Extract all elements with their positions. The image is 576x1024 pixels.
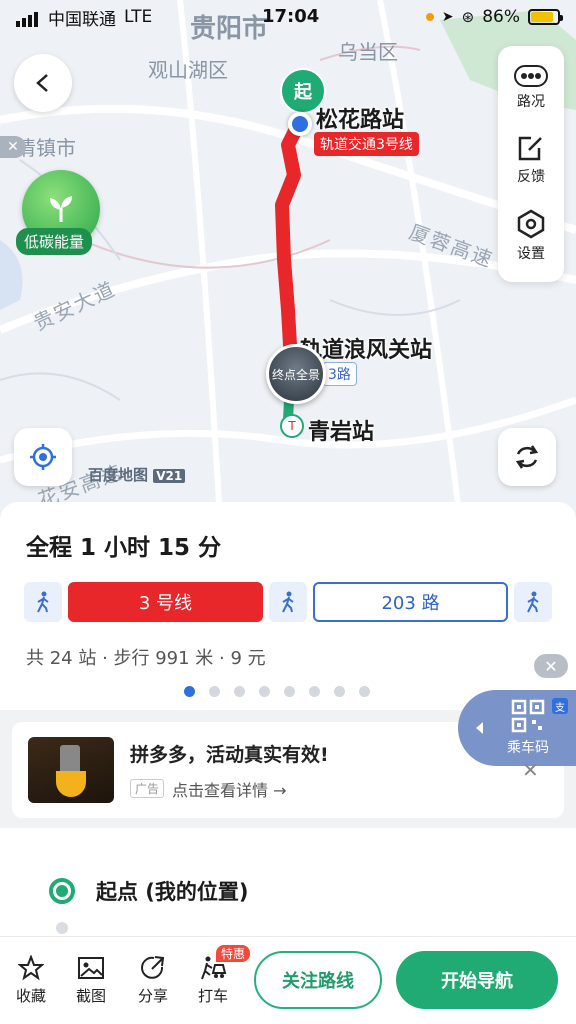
route-duration: 全程 1 小时 15 分 <box>26 535 222 561</box>
sprout-icon <box>50 196 72 222</box>
qr-code-icon <box>511 699 545 733</box>
refresh-route-button[interactable] <box>498 428 556 486</box>
hexagon-settings-icon <box>517 209 545 239</box>
end-panorama-button[interactable]: 终点全景 <box>266 344 326 404</box>
pager-dot[interactable] <box>359 686 370 697</box>
battery-percent: 86% <box>482 7 520 27</box>
ad-close-icon[interactable]: ✕ <box>522 758 539 782</box>
settings-button[interactable]: 设置 <box>516 209 546 263</box>
map-view[interactable]: 贵阳市 乌当区 观山湖区 清镇市 贵安大道 厦蓉高速 花安高速 起 松花路站 轨… <box>0 0 576 520</box>
start-point-label: 起点 (我的位置) <box>96 880 249 904</box>
end-station-label[interactable]: 青岩站 <box>308 414 374 446</box>
pager-dot[interactable] <box>309 686 320 697</box>
bus-segment: 203 路 <box>312 582 509 622</box>
taxi-label: 打车 <box>197 987 228 1005</box>
district-label-guanshanhu: 观山湖区 <box>148 58 228 82</box>
ride-code-label: 乘车码 <box>507 740 549 756</box>
metro-line-tag: 轨道交通3号线 <box>314 132 419 156</box>
traffic-label: 路况 <box>517 94 545 111</box>
pager-dot[interactable] <box>209 686 220 697</box>
walking-person-icon <box>37 591 49 613</box>
map-side-panel: 路况 反馈 设置 <box>498 46 564 282</box>
start-point-row[interactable]: 起点 (我的位置) <box>48 876 249 906</box>
favorite-label: 收藏 <box>15 987 46 1005</box>
traffic-icon <box>514 65 548 88</box>
crosshair-icon <box>30 444 56 470</box>
ad-link[interactable]: 点击查看详情 → <box>172 777 287 801</box>
chevron-left-icon <box>36 74 48 92</box>
walking-person-icon <box>527 591 539 613</box>
ride-code-widget[interactable]: 乘车码 支 <box>458 690 576 766</box>
locate-button[interactable] <box>14 428 72 486</box>
pager-dot-active[interactable] <box>184 686 195 697</box>
start-point-icon <box>49 878 75 904</box>
pager-dot[interactable] <box>234 686 245 697</box>
battery-icon <box>528 9 563 25</box>
close-qr-chip[interactable]: ✕ <box>534 654 568 678</box>
walk-segment-1 <box>24 582 62 622</box>
end-station-icon: T <box>280 414 304 438</box>
share-button[interactable]: 分享 <box>128 955 178 1006</box>
share-icon <box>141 956 165 979</box>
start-station-label[interactable]: 松花路站 <box>316 102 404 134</box>
ad-title: 拼多多，活动真实有效! <box>130 743 329 766</box>
bus-line-tag: 3路 <box>322 362 357 386</box>
bottom-toolbar: 收藏 截图 分享 打车 特惠 关注路线 开始导航 <box>0 936 576 1024</box>
star-icon <box>18 955 44 981</box>
walk-segment-3 <box>514 582 552 622</box>
edit-icon <box>518 136 542 161</box>
favorite-button[interactable]: 收藏 <box>6 955 56 1006</box>
pager-dot[interactable] <box>259 686 270 697</box>
route-step-dot <box>56 922 68 934</box>
ad-badge: 广告 <box>130 779 165 798</box>
follow-route-button[interactable]: 关注路线 <box>254 951 382 1009</box>
image-icon <box>78 957 104 979</box>
taxi-promo-badge: 特惠 <box>216 945 251 962</box>
collapse-arrow-icon[interactable] <box>476 722 483 734</box>
clock: 17:04 <box>262 6 320 27</box>
taxi-button[interactable]: 打车 <box>188 955 238 1006</box>
route-summary: 共 24 站 · 步行 991 米 · 9 元 <box>26 648 266 669</box>
screenshot-button[interactable]: 截图 <box>66 955 116 1006</box>
feedback-button[interactable]: 反馈 <box>517 134 545 186</box>
recording-dot-icon <box>425 13 434 21</box>
pager-dot[interactable] <box>284 686 295 697</box>
status-bar: 中国联通 LTE 17:04 ➤ ⊛ 86% <box>0 0 576 34</box>
network-type: LTE <box>124 7 153 27</box>
low-carbon-label: 低碳能量 <box>16 228 93 255</box>
watermark-version: V21 <box>153 469 186 483</box>
walk-segment-2 <box>269 582 307 622</box>
location-arrow-icon: ➤ <box>441 9 454 25</box>
share-label: 分享 <box>137 987 168 1005</box>
alipay-icon: 支 <box>552 698 568 714</box>
walking-person-icon <box>282 591 294 613</box>
close-icon[interactable]: ✕ <box>0 136 26 158</box>
map-watermark: 百度地图 V21 <box>88 464 186 485</box>
orientation-lock-icon: ⊛ <box>461 8 475 26</box>
refresh-icon <box>515 445 539 469</box>
metro-segment: 3 号线 <box>67 582 264 622</box>
traffic-button[interactable]: 路况 <box>514 65 548 111</box>
route-segments[interactable]: 3 号线 203 路 <box>24 582 552 622</box>
settings-label: 设置 <box>517 245 545 262</box>
district-label-wudang: 乌当区 <box>338 40 398 64</box>
screenshot-label: 截图 <box>75 987 106 1005</box>
end-panorama-label: 终点全景 <box>271 367 320 382</box>
pager-dot[interactable] <box>334 686 345 697</box>
watermark-text: 百度地图 <box>88 466 149 484</box>
feedback-label: 反馈 <box>517 168 545 185</box>
ad-image <box>28 737 114 803</box>
current-location-dot <box>288 112 312 136</box>
back-button[interactable] <box>14 54 72 112</box>
carrier-name: 中国联通 <box>48 9 116 30</box>
start-navigation-button[interactable]: 开始导航 <box>396 951 558 1009</box>
route-pager[interactable] <box>184 686 370 697</box>
signal-icon <box>16 7 40 27</box>
